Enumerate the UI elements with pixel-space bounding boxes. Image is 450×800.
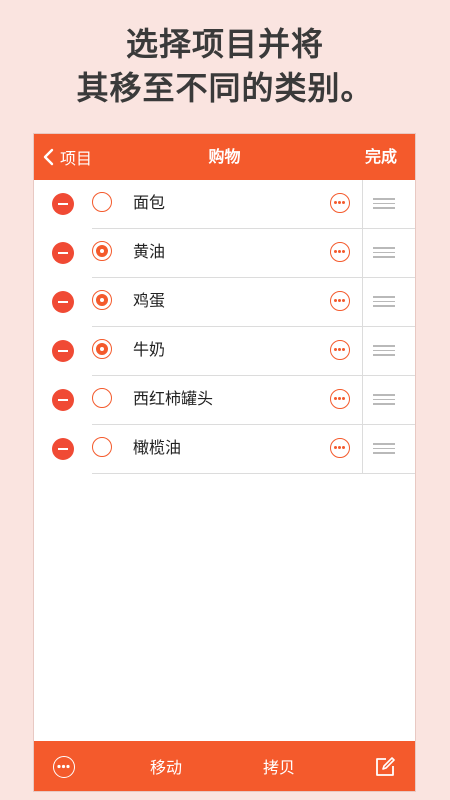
drag-handle-icon[interactable] <box>373 443 395 455</box>
item-name: 牛奶 <box>133 340 166 359</box>
row-divider <box>362 180 363 228</box>
move-button[interactable]: 移动 <box>150 741 182 791</box>
ellipsis-circle-icon[interactable] <box>330 193 350 213</box>
item-name: 面包 <box>133 193 166 212</box>
row-divider <box>362 229 363 277</box>
promo-headline: 选择项目并将 其移至不同的类别。 <box>0 22 450 110</box>
ellipsis-circle-icon[interactable] <box>53 756 75 778</box>
bottom-toolbar: 移动 拷贝 <box>34 741 415 791</box>
drag-handle-icon[interactable] <box>373 296 395 308</box>
chevron-left-icon <box>43 148 54 166</box>
row-divider <box>362 425 363 473</box>
drag-handle-icon[interactable] <box>373 247 395 259</box>
ellipsis-circle-icon[interactable] <box>330 340 350 360</box>
minus-circle-icon[interactable] <box>52 193 74 215</box>
list-item: 面包 <box>52 180 415 229</box>
back-button[interactable]: 项目 <box>43 134 92 180</box>
list-item: 鸡蛋 <box>52 278 415 327</box>
minus-circle-icon[interactable] <box>52 340 74 362</box>
navigation-bar: 项目 购物 完成 <box>34 134 415 180</box>
ellipsis-circle-icon[interactable] <box>330 438 350 458</box>
back-button-label: 项目 <box>60 149 93 168</box>
done-button[interactable]: 完成 <box>365 134 397 180</box>
select-radio-checked[interactable] <box>92 290 112 310</box>
item-name: 西红柿罐头 <box>133 389 214 408</box>
select-radio[interactable] <box>92 192 112 212</box>
drag-handle-icon[interactable] <box>373 394 395 406</box>
headline-line-1: 选择项目并将 <box>125 25 324 63</box>
list-item: 橄榄油 <box>52 425 415 474</box>
minus-circle-icon[interactable] <box>52 291 74 313</box>
drag-handle-icon[interactable] <box>373 198 395 210</box>
select-radio-checked[interactable] <box>92 241 112 261</box>
headline-line-2: 其移至不同的类别。 <box>76 69 374 107</box>
minus-circle-icon[interactable] <box>52 438 74 460</box>
drag-handle-icon[interactable] <box>373 345 395 357</box>
ellipsis-circle-icon[interactable] <box>330 291 350 311</box>
row-divider <box>362 376 363 424</box>
list-item: 黄油 <box>52 229 415 278</box>
item-name: 黄油 <box>133 242 166 261</box>
item-name: 橄榄油 <box>133 438 182 457</box>
compose-icon[interactable] <box>374 756 396 778</box>
select-radio-checked[interactable] <box>92 339 112 359</box>
select-radio[interactable] <box>92 388 112 408</box>
row-divider <box>362 278 363 326</box>
app-screen: 项目 购物 完成 面包 黄油 鸡蛋 牛奶 西红柿罐头 橄榄油 移动 拷贝 <box>34 134 415 791</box>
minus-circle-icon[interactable] <box>52 242 74 264</box>
item-list: 面包 黄油 鸡蛋 牛奶 西红柿罐头 橄榄油 <box>34 180 415 474</box>
item-name: 鸡蛋 <box>133 291 166 310</box>
select-radio[interactable] <box>92 437 112 457</box>
copy-button[interactable]: 拷贝 <box>263 741 295 791</box>
ellipsis-circle-icon[interactable] <box>330 242 350 262</box>
ellipsis-circle-icon[interactable] <box>330 389 350 409</box>
list-item: 牛奶 <box>52 327 415 376</box>
minus-circle-icon[interactable] <box>52 389 74 411</box>
list-item: 西红柿罐头 <box>52 376 415 425</box>
row-divider <box>362 327 363 375</box>
